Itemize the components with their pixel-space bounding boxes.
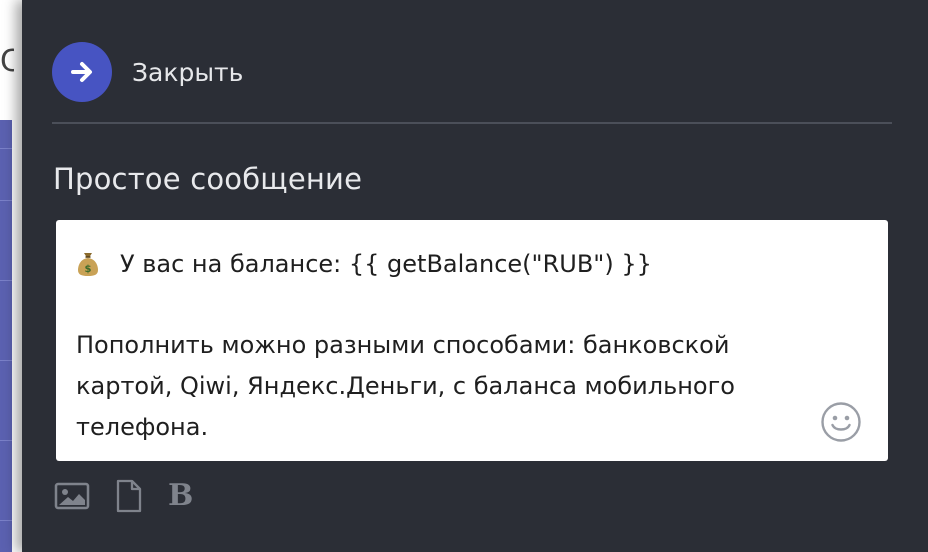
message-text-line1: У вас на балансе: {{ getBalance("RUB") }… <box>120 250 652 278</box>
message-text-line4: картой, Qiwi, Яндекс.Деньги, с баланса м… <box>76 372 735 400</box>
message-editor[interactable]: $ У вас на балансе: {{ getBalance("RUB")… <box>56 220 888 461</box>
close-button[interactable] <box>52 42 112 102</box>
section-title: Простое сообщение <box>53 162 363 196</box>
bold-button[interactable]: B <box>168 481 193 511</box>
message-toolbar: B <box>54 476 217 516</box>
background-sidebar-stripe <box>0 120 12 552</box>
divider <box>52 122 892 124</box>
background-text: С <box>0 44 14 79</box>
background-page: С <box>0 0 22 552</box>
attach-file-button[interactable] <box>114 479 144 513</box>
svg-text:$: $ <box>85 264 92 275</box>
message-line: $ У вас на балансе: {{ getBalance("RUB")… <box>76 250 652 278</box>
image-icon <box>54 482 90 510</box>
close-label[interactable]: Закрыть <box>132 58 243 87</box>
file-icon <box>116 479 142 513</box>
bold-icon: B <box>168 478 194 513</box>
insert-image-button[interactable] <box>54 481 90 511</box>
side-panel: Закрыть Простое сообщение $ У вас на бал… <box>22 0 928 552</box>
close-panel-control[interactable]: Закрыть <box>52 42 243 102</box>
emoji-smiley-icon[interactable] <box>820 401 862 443</box>
message-text-line5: телефона. <box>76 413 209 441</box>
money-bag-icon: $ <box>78 253 98 276</box>
arrow-right-icon <box>71 62 92 82</box>
message-text-line3: Пополнить можно разными способами: банко… <box>76 331 730 359</box>
